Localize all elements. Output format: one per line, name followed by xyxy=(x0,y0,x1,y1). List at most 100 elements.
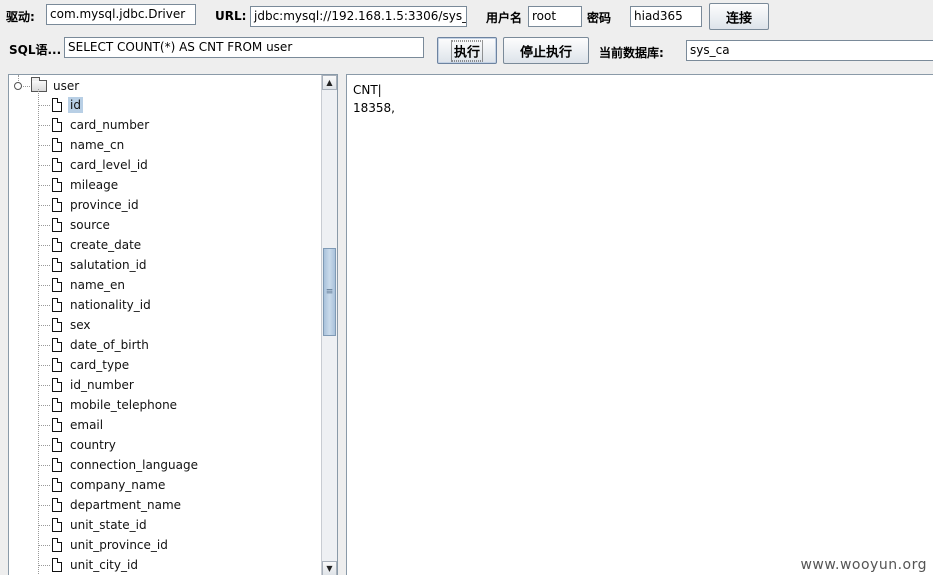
tree-column-label: salutation_id xyxy=(70,258,147,272)
tree-column-label: mileage xyxy=(70,178,119,192)
execute-button[interactable]: 执行 xyxy=(437,37,497,64)
column-file-icon xyxy=(52,438,62,452)
tree-column-label: id xyxy=(68,97,83,113)
username-label: 用户名 xyxy=(486,11,523,25)
tree-column-item[interactable]: sex xyxy=(52,315,93,335)
column-file-icon xyxy=(52,478,62,492)
column-file-icon xyxy=(52,278,62,292)
stop-execute-button-label: 停止执行 xyxy=(519,45,572,60)
tree-column-item[interactable]: id xyxy=(52,95,83,115)
tree-column-label: date_of_birth xyxy=(70,338,149,352)
tree-column-label: name_en xyxy=(70,278,126,292)
tree-column-label: card_number xyxy=(70,118,150,132)
password-label: 密码 xyxy=(587,11,612,25)
scrollbar-thumb[interactable] xyxy=(323,248,336,336)
connect-button-label: 连接 xyxy=(725,11,752,26)
tree-column-item[interactable]: unit_state_id xyxy=(52,515,149,535)
tree-column-item[interactable]: connection_language xyxy=(52,455,200,475)
column-file-icon xyxy=(52,458,62,472)
sql-label: SQL语... xyxy=(9,43,62,57)
password-field[interactable]: hiad365 xyxy=(630,6,702,27)
tree-column-label: province_id xyxy=(70,198,139,212)
tree-collapse-toggle-icon[interactable] xyxy=(14,82,22,90)
column-file-icon xyxy=(52,98,62,112)
tree-column-label: mobile_telephone xyxy=(70,398,178,412)
column-file-icon xyxy=(52,198,62,212)
tree-column-item[interactable]: name_en xyxy=(52,275,127,295)
url-label: URL: xyxy=(215,9,247,23)
tree-column-label: card_level_id xyxy=(70,158,148,172)
schema-tree-panel[interactable]: user id card_number name_cn card_level_idmi… xyxy=(8,74,338,575)
tree-vertical-scrollbar[interactable]: ▲ ▼ xyxy=(321,75,337,575)
column-file-icon xyxy=(52,538,62,552)
tree-column-label: company_name xyxy=(70,478,166,492)
url-field[interactable]: jdbc:mysql://192.168.1.5:3306/sys_ca? xyxy=(250,6,467,27)
tree-column-label: source xyxy=(70,218,110,232)
tree-column-item[interactable]: nationality_id xyxy=(52,295,153,315)
tree-column-item[interactable]: card_type xyxy=(52,355,131,375)
column-file-icon xyxy=(52,558,62,572)
result-header: CNT| xyxy=(353,83,382,97)
sql-input[interactable]: SELECT COUNT(*) AS CNT FROM user xyxy=(64,37,424,58)
tree-column-label: department_name xyxy=(70,498,182,512)
tree-column-item[interactable]: province_id xyxy=(52,195,141,215)
tree-column-item[interactable]: unit_province_id xyxy=(52,535,170,555)
execute-button-label: 执行 xyxy=(451,40,483,61)
tree-column-item[interactable]: country xyxy=(52,435,118,455)
tree-column-label: create_date xyxy=(70,238,142,252)
tree-column-label: card_type xyxy=(70,358,130,372)
tree-column-item[interactable]: source xyxy=(52,215,112,235)
column-file-icon xyxy=(52,338,62,352)
tree-column-item[interactable]: unit_city_id xyxy=(52,555,140,575)
column-file-icon xyxy=(52,238,62,252)
tree-column-label: id_number xyxy=(70,378,134,392)
tree-column-label: unit_province_id xyxy=(70,538,168,552)
tree-column-item[interactable]: name_cn xyxy=(52,135,126,155)
tree-column-label: connection_language xyxy=(70,458,198,472)
tree-column-item[interactable]: card_number xyxy=(52,115,151,135)
connect-button[interactable]: 连接 xyxy=(709,3,769,30)
tree-column-item[interactable]: email xyxy=(52,415,105,435)
column-file-icon xyxy=(52,158,62,172)
column-file-icon xyxy=(52,298,62,312)
tree-column-label: name_cn xyxy=(70,138,125,152)
tree-column-label: unit_city_id xyxy=(70,558,138,572)
tree-column-item[interactable]: salutation_id xyxy=(52,255,149,275)
column-file-icon xyxy=(52,358,62,372)
column-file-icon xyxy=(52,178,62,192)
query-result-panel[interactable]: CNT| 18358, xyxy=(346,74,933,575)
column-file-icon xyxy=(52,518,62,532)
column-file-icon xyxy=(52,318,62,332)
tree-column-item[interactable]: card_level_id xyxy=(52,155,150,175)
tree-column-item[interactable]: create_date xyxy=(52,235,143,255)
column-file-icon xyxy=(52,418,62,432)
current-database-field[interactable]: sys_ca xyxy=(686,40,933,61)
scroll-up-arrow-icon[interactable]: ▲ xyxy=(322,75,337,90)
tree-column-item[interactable]: date_of_birth xyxy=(52,335,151,355)
column-file-icon xyxy=(52,118,62,132)
scroll-down-arrow-icon[interactable]: ▼ xyxy=(322,561,337,575)
tree-root-label: user xyxy=(53,79,80,93)
username-field[interactable]: root xyxy=(528,6,582,27)
column-file-icon xyxy=(52,138,62,152)
tree-column-item[interactable]: department_name xyxy=(52,495,183,515)
tree-column-item[interactable]: id_number xyxy=(52,375,136,395)
current-database-label: 当前数据库: xyxy=(599,46,664,60)
tree-column-item[interactable]: mileage xyxy=(52,175,120,195)
driver-label: 驱动: xyxy=(6,10,35,24)
tree-column-label: sex xyxy=(70,318,91,332)
tree-column-item[interactable]: mobile_telephone xyxy=(52,395,179,415)
column-file-icon xyxy=(52,378,62,392)
driver-field[interactable]: com.mysql.jdbc.Driver xyxy=(46,4,196,25)
column-file-icon xyxy=(52,258,62,272)
result-value: 18358, xyxy=(353,101,395,115)
column-file-icon xyxy=(52,498,62,512)
table-folder-icon xyxy=(31,77,47,92)
tree-column-label: nationality_id xyxy=(70,298,151,312)
tree-column-item[interactable]: company_name xyxy=(52,475,167,495)
tree-column-label: country xyxy=(70,438,116,452)
watermark: www.wooyun.org xyxy=(800,557,927,573)
column-file-icon xyxy=(52,398,62,412)
stop-execute-button[interactable]: 停止执行 xyxy=(503,37,589,64)
tree-column-label: unit_state_id xyxy=(70,518,147,532)
